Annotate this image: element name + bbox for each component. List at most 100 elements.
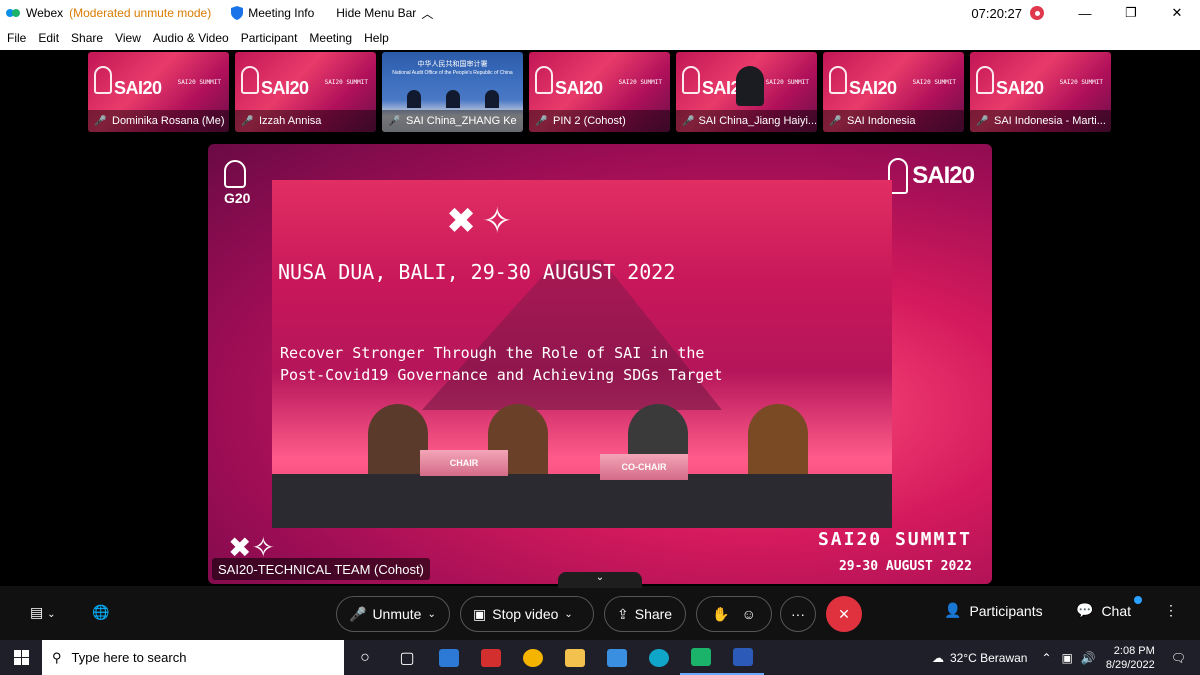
notifications-icon[interactable]: 🗨: [1171, 651, 1186, 665]
event-theme: Recover Stronger Through the Role of SAI…: [280, 344, 723, 384]
reactions-group: ✋ ☺: [696, 596, 772, 632]
leave-meeting-button[interactable]: ✕: [826, 596, 862, 632]
stop-video-button[interactable]: ▣ Stop video ⌄: [460, 596, 594, 632]
thumbnail-caption: 🎤 SAI China_Jiang Haiyi...: [676, 110, 817, 132]
search-icon: ⚲: [52, 649, 62, 665]
weather-text[interactable]: 32°C Berawan: [950, 651, 1028, 665]
active-speaker-name: SAI20-TECHNICAL TEAM (Cohost): [212, 558, 430, 580]
task-view-icon[interactable]: ▢: [386, 640, 428, 675]
summit-date: 29-30 AUGUST 2022: [838, 559, 972, 574]
share-button[interactable]: ⇪ Share: [604, 596, 686, 632]
minimize-button[interactable]: —: [1062, 0, 1108, 26]
g20-emblem-icon: [224, 160, 246, 188]
weather-icon[interactable]: ☁: [932, 651, 944, 665]
person-silhouette: [736, 66, 764, 106]
thumbnail-sai-indonesia-marti[interactable]: SAI20 SAI20 SUMMIT 🎤 SAI Indonesia - Mart…: [970, 52, 1111, 132]
more-panels-button[interactable]: ⋮: [1164, 602, 1178, 619]
video-camera-icon: ▣: [473, 605, 487, 622]
menu-audio-video[interactable]: Audio & Video: [153, 31, 229, 45]
edge-icon[interactable]: [638, 640, 680, 675]
panelist: [748, 404, 808, 484]
chat-bubble-icon: 💬: [1076, 602, 1094, 618]
summit-label: SAI20 SUMMIT: [1059, 79, 1103, 86]
network-icon[interactable]: ▣: [1062, 651, 1073, 665]
mic-muted-icon: 🎤: [829, 115, 842, 127]
participants-button[interactable]: 👤 Participants: [944, 602, 1043, 619]
mic-muted-icon: 🎤: [241, 115, 254, 127]
chrome-icon[interactable]: [512, 640, 554, 675]
hide-menu-bar-button[interactable]: Hide Menu Bar ︿: [336, 5, 433, 22]
event-date-line: NUSA DUA, BALI, 29-30 AUGUST 2022: [278, 260, 676, 284]
taskbar-clock[interactable]: 2:08 PM 8/29/2022: [1106, 644, 1155, 672]
menu-meeting[interactable]: Meeting: [309, 31, 352, 45]
menu-help[interactable]: Help: [364, 31, 389, 45]
sai20-logo: SAI20: [114, 78, 162, 98]
summit-label: SAI20 SUMMIT: [177, 79, 221, 86]
mic-muted-icon: 🎤: [349, 605, 367, 622]
captions-button[interactable]: ▤ ⌄: [30, 604, 56, 621]
menu-edit[interactable]: Edit: [38, 31, 59, 45]
thumbnail-caption: 🎤 SAI China_ZHANG Ke: [382, 110, 523, 132]
menu-participant[interactable]: Participant: [241, 31, 298, 45]
cortana-icon[interactable]: ○: [344, 640, 386, 675]
restore-button[interactable]: ❐: [1108, 0, 1154, 26]
sai20-logo: SAI20: [849, 78, 897, 98]
raise-hand-icon[interactable]: ✋: [712, 606, 729, 623]
chat-label: Chat: [1101, 602, 1132, 619]
thumbnail-caption: 🎤 PIN 2 (Cohost): [529, 110, 670, 132]
chevron-down-icon: ⌄: [47, 609, 56, 620]
collapse-controls-button[interactable]: ⌄: [558, 572, 642, 588]
china-banner: 中华人民共和国审计署 National Audit Office of the …: [392, 61, 513, 76]
close-button[interactable]: ✕: [1154, 0, 1200, 26]
mic-muted-icon: 🎤: [682, 115, 695, 127]
sai20-logo: SAI20: [888, 158, 975, 194]
chevron-down-icon: ⌄: [427, 608, 436, 620]
windows-logo-icon: [13, 650, 29, 665]
g20-emblem-icon: [94, 66, 112, 94]
emoji-reaction-icon[interactable]: ☺: [742, 606, 756, 622]
thumbnail-izzah[interactable]: SAI20 SAI20 SUMMIT 🎤 Izzah Annisa: [235, 52, 376, 132]
g20-emblem-icon: [682, 66, 700, 94]
people-image: [394, 86, 511, 108]
close-icon: ✕: [838, 605, 850, 622]
meeting-info-button[interactable]: Meeting Info: [231, 6, 314, 20]
acrobat-icon[interactable]: [470, 640, 512, 675]
thumbnail-jiang[interactable]: SAI20 SAI20 SUMMIT 🎤 SAI China_Jiang Haiy…: [676, 52, 817, 132]
chat-button[interactable]: 💬 Chat: [1076, 602, 1131, 619]
main-video[interactable]: G20 SAI20 ✖✧ NUSA DUA, BALI, 29-30 AUGUS…: [208, 144, 992, 584]
mic-muted-icon: 🎤: [388, 115, 401, 127]
chevron-down-icon: ⌄: [564, 608, 573, 620]
menu-view[interactable]: View: [115, 31, 141, 45]
volume-icon[interactable]: 🔊: [1081, 651, 1096, 665]
g20-emblem-icon: [976, 66, 994, 94]
file-explorer-icon[interactable]: [554, 640, 596, 675]
menu-file[interactable]: File: [7, 31, 26, 45]
thumbnail-caption: 🎤 SAI Indonesia: [823, 110, 964, 132]
ornament-icon: ✖✧: [446, 200, 519, 241]
thumbnail-dominika[interactable]: SAI20 SAI20 SUMMIT 🎤 Dominika Rosana (Me): [88, 52, 229, 132]
taskbar-search[interactable]: ⚲ Type here to search: [42, 640, 344, 675]
app-name: Webex: [26, 6, 64, 20]
unmute-button[interactable]: 🎤 Unmute ⌄: [336, 596, 450, 632]
menu-share[interactable]: Share: [71, 31, 103, 45]
share-screen-icon: ⇪: [617, 605, 629, 622]
chair-nameplate: CHAIR: [420, 450, 508, 476]
language-button[interactable]: 🌐: [92, 604, 109, 621]
thumbnail-pin2[interactable]: SAI20 SAI20 SUMMIT 🎤 PIN 2 (Cohost): [529, 52, 670, 132]
more-options-button[interactable]: ···: [780, 596, 816, 632]
g20-emblem-icon: [829, 66, 847, 94]
thumbnail-zhang[interactable]: 中华人民共和国审计署 National Audit Office of the …: [382, 52, 523, 132]
word-icon[interactable]: [722, 640, 764, 675]
start-button[interactable]: [0, 640, 42, 675]
mail-icon[interactable]: [596, 640, 638, 675]
summit-label: SAI20 SUMMIT: [324, 79, 368, 86]
recording-icon[interactable]: [1030, 6, 1044, 20]
webex-logo-icon: [6, 9, 20, 17]
chevron-up-icon[interactable]: ⌃: [1041, 651, 1051, 665]
cochair-nameplate: CO-CHAIR: [600, 454, 688, 480]
sai20-logo: SAI20: [555, 78, 603, 98]
store-icon[interactable]: [428, 640, 470, 675]
thumbnail-sai-indonesia[interactable]: SAI20 SAI20 SUMMIT 🎤 SAI Indonesia: [823, 52, 964, 132]
meeting-info-label: Meeting Info: [248, 6, 315, 20]
webex-taskbar-icon[interactable]: [680, 640, 722, 675]
